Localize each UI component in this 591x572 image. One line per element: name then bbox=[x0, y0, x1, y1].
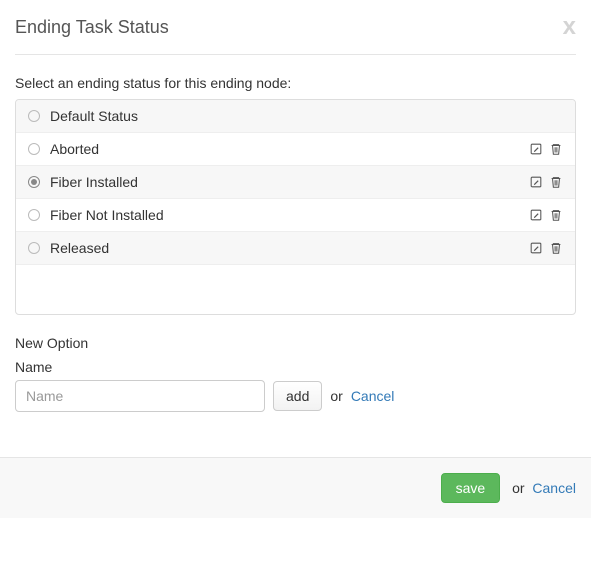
modal-footer: save or Cancel bbox=[0, 457, 591, 518]
trash-icon[interactable] bbox=[549, 241, 563, 255]
radio-button[interactable] bbox=[28, 176, 40, 188]
row-actions bbox=[529, 142, 563, 156]
trash-icon[interactable] bbox=[549, 142, 563, 156]
modal-title: Ending Task Status bbox=[15, 17, 169, 38]
close-button[interactable]: x bbox=[563, 15, 576, 39]
edit-icon[interactable] bbox=[529, 142, 543, 156]
radio-button[interactable] bbox=[28, 143, 40, 155]
row-actions bbox=[529, 175, 563, 189]
edit-icon[interactable] bbox=[529, 241, 543, 255]
cancel-new-option-link[interactable]: Cancel bbox=[351, 388, 395, 404]
new-option-title: New Option bbox=[15, 335, 576, 351]
trash-icon[interactable] bbox=[549, 175, 563, 189]
status-label: Released bbox=[50, 240, 529, 256]
radio-button[interactable] bbox=[28, 209, 40, 221]
instruction-text: Select an ending status for this ending … bbox=[15, 75, 576, 91]
modal-header: Ending Task Status x bbox=[15, 15, 576, 55]
name-input[interactable] bbox=[15, 380, 265, 412]
status-label: Fiber Not Installed bbox=[50, 207, 529, 223]
status-label: Aborted bbox=[50, 141, 529, 157]
or-text: or bbox=[330, 388, 342, 404]
edit-icon[interactable] bbox=[529, 208, 543, 222]
edit-icon[interactable] bbox=[529, 175, 543, 189]
status-row[interactable]: Aborted bbox=[16, 133, 575, 166]
add-button[interactable]: add bbox=[273, 381, 322, 411]
status-row[interactable]: Default Status bbox=[16, 100, 575, 133]
cancel-link[interactable]: Cancel bbox=[532, 480, 576, 496]
footer-or-text: or bbox=[512, 480, 524, 496]
radio-button[interactable] bbox=[28, 110, 40, 122]
status-list: Default Status Aborted Fiber Installed Fibe… bbox=[15, 99, 576, 315]
status-row[interactable]: Released bbox=[16, 232, 575, 265]
trash-icon[interactable] bbox=[549, 208, 563, 222]
radio-button[interactable] bbox=[28, 242, 40, 254]
row-actions bbox=[529, 208, 563, 222]
save-button[interactable]: save bbox=[441, 473, 501, 503]
status-row[interactable]: Fiber Not Installed bbox=[16, 199, 575, 232]
status-row[interactable]: Fiber Installed bbox=[16, 166, 575, 199]
status-label: Default Status bbox=[50, 108, 563, 124]
status-label: Fiber Installed bbox=[50, 174, 529, 190]
name-field-label: Name bbox=[15, 359, 576, 375]
row-actions bbox=[529, 241, 563, 255]
